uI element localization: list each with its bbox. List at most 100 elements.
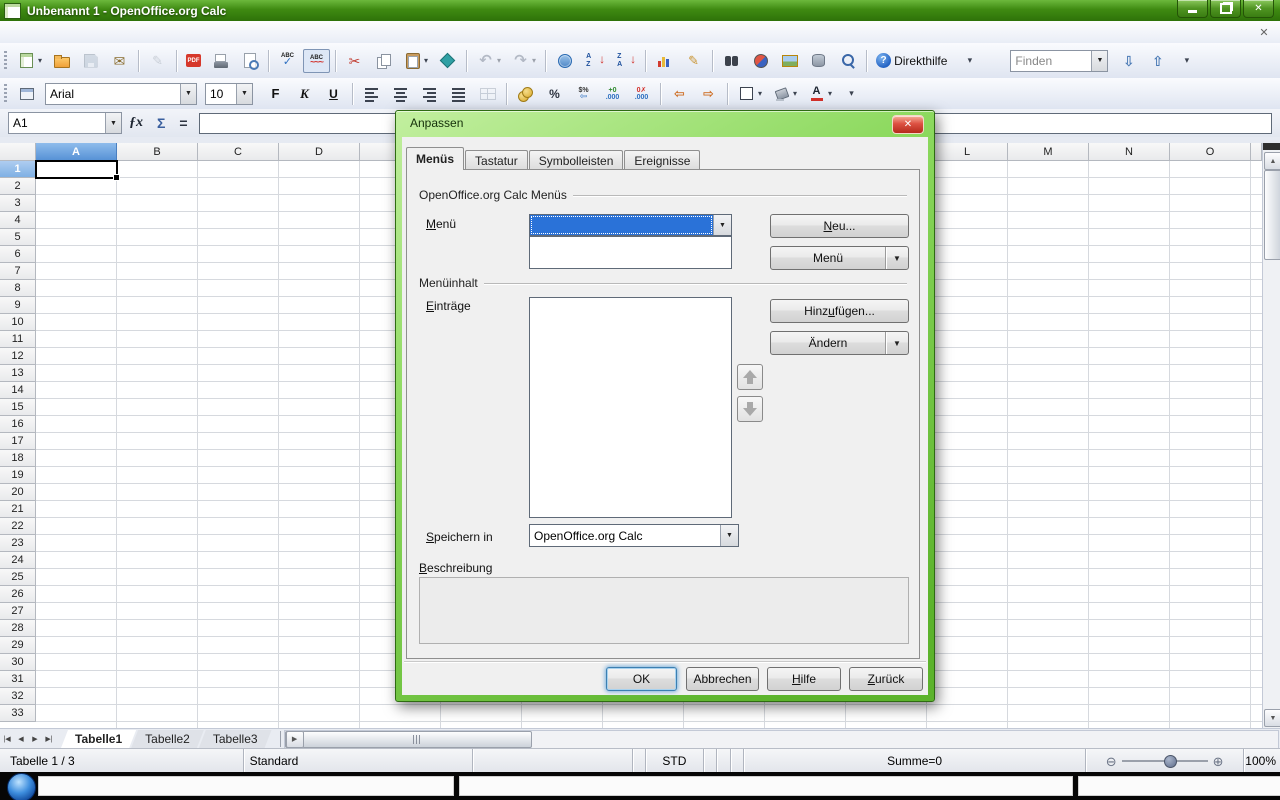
menu-dropdown-list[interactable]: [529, 236, 732, 269]
hilfe-button[interactable]: Hilfe: [767, 667, 841, 691]
column-header-b[interactable]: B: [117, 143, 198, 161]
row-header-28[interactable]: 28: [0, 620, 36, 637]
chevron-down-icon[interactable]: ▼: [885, 332, 908, 354]
print-button[interactable]: [207, 49, 234, 73]
horizontal-scroll-thumb[interactable]: [302, 731, 532, 748]
horizontal-scrollbar[interactable]: ◀ ▶: [284, 730, 1279, 749]
zoom-slider-thumb[interactable]: [1164, 755, 1177, 768]
save-in-combobox[interactable]: OpenOffice.org Calc ▼: [529, 524, 739, 547]
next-sheet-button[interactable]: [28, 732, 42, 747]
ok-button[interactable]: OK: [606, 667, 677, 691]
number-currency-button[interactable]: [512, 82, 539, 106]
chevron-down-icon[interactable]: ▼: [885, 247, 908, 269]
borders-button[interactable]: ▾: [733, 82, 766, 106]
gallery-button[interactable]: [776, 49, 803, 73]
zoom-button[interactable]: [834, 49, 861, 73]
row-header-20[interactable]: 20: [0, 484, 36, 501]
cut-button[interactable]: ✂: [341, 49, 368, 73]
background-color-button[interactable]: ▾: [768, 82, 801, 106]
decrease-indent-button[interactable]: ⇦: [666, 82, 693, 106]
aendern-split-button[interactable]: Ändern ▼: [770, 331, 909, 355]
toolbar-grip[interactable]: [4, 84, 7, 104]
align-justify-button[interactable]: [445, 82, 472, 106]
redo-button[interactable]: ↷▾: [507, 49, 540, 73]
move-up-button[interactable]: [737, 364, 763, 390]
help-button[interactable]: ?Direkthilfe: [872, 50, 954, 71]
row-header-27[interactable]: 27: [0, 603, 36, 620]
zoom-out-icon[interactable]: ⊖: [1106, 755, 1117, 768]
row-header-14[interactable]: 14: [0, 382, 36, 399]
restore-button[interactable]: [1210, 0, 1241, 18]
function-button[interactable]: =: [179, 115, 187, 131]
row-header-21[interactable]: 21: [0, 501, 36, 518]
merge-cells-button[interactable]: [474, 82, 501, 106]
column-header-a[interactable]: A: [36, 143, 117, 161]
spellcheck-button[interactable]: ABC✓: [274, 49, 301, 73]
format-paintbrush-button[interactable]: [434, 49, 461, 73]
font-name-combo[interactable]: Arial ▼: [45, 83, 197, 105]
row-header-12[interactable]: 12: [0, 348, 36, 365]
column-header-d[interactable]: D: [279, 143, 360, 161]
find-replace-button[interactable]: [718, 49, 745, 73]
navigator-button[interactable]: [747, 49, 774, 73]
row-header-31[interactable]: 31: [0, 671, 36, 688]
align-right-button[interactable]: [416, 82, 443, 106]
row-header-18[interactable]: 18: [0, 450, 36, 467]
copy-button[interactable]: [370, 49, 397, 73]
tab-symbolleisten[interactable]: Symbolleisten: [529, 150, 624, 170]
row-header-17[interactable]: 17: [0, 433, 36, 450]
number-percent-button[interactable]: %: [541, 82, 568, 106]
fill-handle[interactable]: [113, 174, 120, 181]
last-sheet-button[interactable]: [42, 732, 56, 747]
scroll-right-button[interactable]: ▶: [286, 731, 304, 748]
row-header-11[interactable]: 11: [0, 331, 36, 348]
row-header-32[interactable]: 32: [0, 688, 36, 705]
toolbar-grip[interactable]: [4, 51, 7, 71]
new-document-button[interactable]: ▾: [13, 49, 46, 73]
underline-button[interactable]: U: [320, 82, 347, 106]
minimize-button[interactable]: [1177, 0, 1208, 18]
row-header-30[interactable]: 30: [0, 654, 36, 671]
toolbar-overflow-button[interactable]: ▾: [1173, 49, 1200, 73]
menu-split-button[interactable]: Menü ▼: [770, 246, 909, 270]
column-header-n[interactable]: N: [1089, 143, 1170, 161]
italic-button[interactable]: K: [291, 82, 318, 106]
split-window-handle[interactable]: [1263, 143, 1280, 150]
edit-file-button[interactable]: ✎: [144, 49, 171, 73]
number-standard-button[interactable]: $%⇦: [570, 82, 597, 106]
sheet-tab-tabelle1[interactable]: Tabelle1: [61, 730, 136, 748]
insert-chart-button[interactable]: [651, 49, 678, 73]
vertical-scrollbar[interactable]: ▲ ▼: [1262, 143, 1280, 728]
chevron-down-icon[interactable]: ▼: [180, 84, 196, 104]
sort-descending-button[interactable]: ZA: [611, 49, 640, 73]
row-header-5[interactable]: 5: [0, 229, 36, 246]
open-button[interactable]: [48, 49, 75, 73]
toolbar-overflow-button[interactable]: ▾: [956, 49, 983, 73]
undo-button[interactable]: ↶▾: [472, 49, 505, 73]
page-preview-button[interactable]: [236, 49, 263, 73]
column-header-l[interactable]: L: [927, 143, 1008, 161]
column-header-o[interactable]: O: [1170, 143, 1251, 161]
chevron-down-icon[interactable]: ▼: [720, 525, 738, 546]
neu-button[interactable]: Neu...: [770, 214, 909, 238]
column-header-m[interactable]: M: [1008, 143, 1089, 161]
chevron-down-icon[interactable]: ▼: [105, 113, 121, 133]
row-header-26[interactable]: 26: [0, 586, 36, 603]
tab-tastatur[interactable]: Tastatur: [465, 150, 528, 170]
auto-spellcheck-button[interactable]: ABC~~~: [303, 49, 330, 73]
draw-functions-button[interactable]: ✎: [680, 49, 707, 73]
select-all-corner[interactable]: [0, 143, 36, 161]
row-header-16[interactable]: 16: [0, 416, 36, 433]
row-header-6[interactable]: 6: [0, 246, 36, 263]
row-header-1[interactable]: 1: [0, 161, 36, 178]
data-sources-button[interactable]: [805, 49, 832, 73]
find-input[interactable]: Finden ▼: [1010, 50, 1108, 72]
chevron-down-icon[interactable]: ▼: [713, 215, 731, 235]
row-header-2[interactable]: 2: [0, 178, 36, 195]
tab-scrollbar-splitter[interactable]: [280, 731, 281, 747]
font-size-combo[interactable]: 10 ▼: [205, 83, 253, 105]
styles-window-button[interactable]: [13, 82, 40, 106]
column-header-c[interactable]: C: [198, 143, 279, 161]
chevron-down-icon[interactable]: ▼: [236, 84, 252, 104]
sort-ascending-button[interactable]: AZ: [580, 49, 609, 73]
